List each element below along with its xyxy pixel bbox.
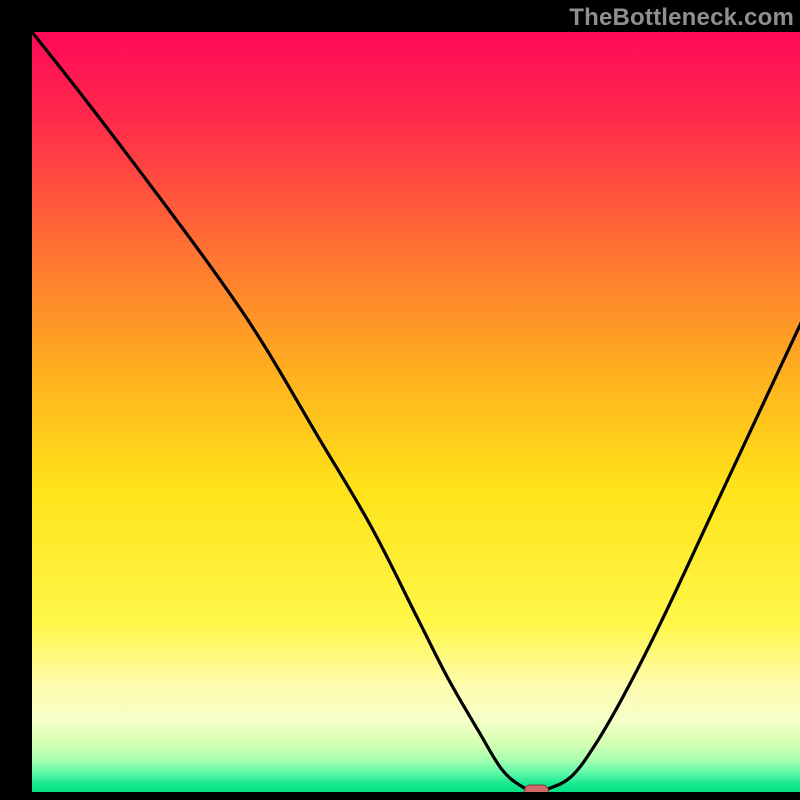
chart-svg <box>32 32 800 792</box>
chart-frame: TheBottleneck.com <box>0 0 800 800</box>
plot-area <box>32 32 800 792</box>
minimum-marker <box>524 785 548 792</box>
bottleneck-curve <box>32 32 800 792</box>
watermark-text: TheBottleneck.com <box>569 4 794 32</box>
